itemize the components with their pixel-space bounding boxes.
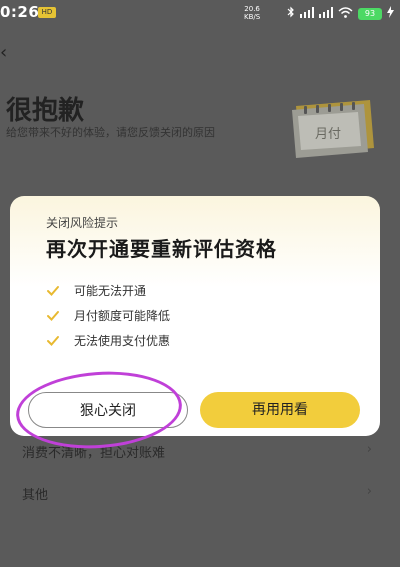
risk-item: 无法使用支付优惠 (46, 332, 170, 349)
page-title: 很抱歉 (6, 96, 85, 126)
check-icon (47, 285, 59, 296)
keep-using-button[interactable]: 再用用看 (200, 392, 360, 428)
chevron-right-icon: › (366, 442, 372, 457)
signal-icon-2 (319, 6, 333, 22)
network-speed-value: 20.6 (244, 5, 260, 13)
signal-icon (300, 6, 314, 22)
calendar-illustration: 月付 (290, 96, 378, 158)
wifi-icon (338, 6, 353, 22)
network-speed-unit: KB/S (244, 13, 261, 21)
dialog-title: 再次开通要重新评估资格 (46, 237, 277, 261)
status-icons: 93 (287, 6, 394, 22)
battery-icon: 93 (358, 8, 382, 20)
reason-label: 其他 (22, 488, 49, 503)
status-time: 0:26 (0, 3, 40, 21)
network-speed: 20.6 KB/S (244, 5, 260, 21)
back-button[interactable]: ‹ (0, 42, 7, 63)
dialog-label: 关闭风险提示 (46, 216, 119, 230)
chevron-left-icon: ‹ (0, 42, 8, 63)
risk-item-text: 无法使用支付优惠 (74, 334, 171, 348)
page-subtitle: 给您带来不好的体验，请您反馈关闭的原因 (6, 126, 215, 139)
chevron-right-icon: › (366, 484, 372, 499)
risk-item-text: 可能无法开通 (74, 284, 147, 298)
risk-item-text: 月付额度可能降低 (74, 309, 171, 323)
check-icon (47, 310, 59, 321)
status-bar: 0:26 HD 20.6 KB/S 93 (0, 0, 400, 26)
risk-item: 月付额度可能降低 (46, 307, 170, 324)
bluetooth-icon (287, 6, 295, 22)
status-badge: HD (38, 7, 56, 18)
reason-row-other[interactable]: 其他 › (22, 484, 372, 503)
check-icon (47, 335, 59, 346)
risk-item: 可能无法开通 (46, 282, 146, 299)
calendar-text: 月付 (315, 127, 341, 142)
charging-icon (387, 6, 394, 22)
